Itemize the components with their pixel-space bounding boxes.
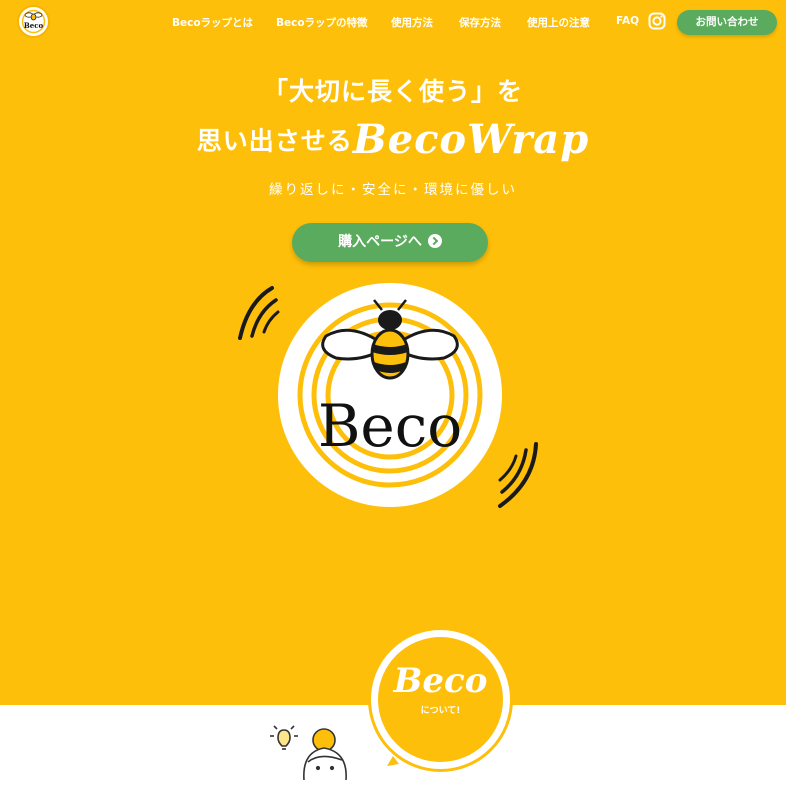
hero-brand-name: BecoWrap	[352, 116, 590, 163]
speech-tail-icon	[387, 756, 399, 766]
about-badge-inner: Beco について!	[378, 637, 503, 762]
chevron-right-icon	[427, 234, 442, 248]
nav-item-cautions[interactable]: 使用上の注意	[527, 15, 590, 30]
hero-headline-1: 「大切に長く使う」を	[262, 77, 523, 106]
nav-item-storage[interactable]: 保存方法	[459, 15, 501, 30]
about-subtitle: について!	[420, 706, 461, 716]
contact-button[interactable]: お問い合わせ	[677, 10, 777, 35]
nav-item-about[interactable]: Becoラップとは	[172, 15, 253, 30]
instagram-icon[interactable]	[648, 12, 666, 30]
girl-face-icon	[303, 728, 347, 781]
buy-page-label: 購入ページへ	[338, 234, 422, 250]
about-badge[interactable]: Beco について!	[368, 627, 513, 772]
girl-illustration	[270, 725, 347, 781]
buy-page-button[interactable]: 購入ページへ	[292, 223, 488, 262]
nav-item-faq[interactable]: FAQ	[616, 15, 639, 27]
lightbulb-icon	[270, 725, 298, 750]
about-title: Beco	[393, 661, 488, 701]
main-nav: Becoラップとは Becoラップの特徴 使用方法 保存方法 使用上の注意 FA…	[0, 0, 786, 44]
hero-headline-prefix: 思い出させる	[196, 126, 353, 156]
nav-item-features[interactable]: Becoラップの特徴	[276, 15, 368, 30]
hero-subtitle: 繰り返しに・安全に・環境に優しい	[269, 182, 517, 198]
nav-item-usage[interactable]: 使用方法	[391, 15, 433, 30]
hero-headline-2: 思い出させるBecoWrap	[0, 116, 786, 163]
hero-bee-logo: Beco	[238, 283, 538, 508]
hero-logo-text: Beco	[318, 392, 462, 460]
